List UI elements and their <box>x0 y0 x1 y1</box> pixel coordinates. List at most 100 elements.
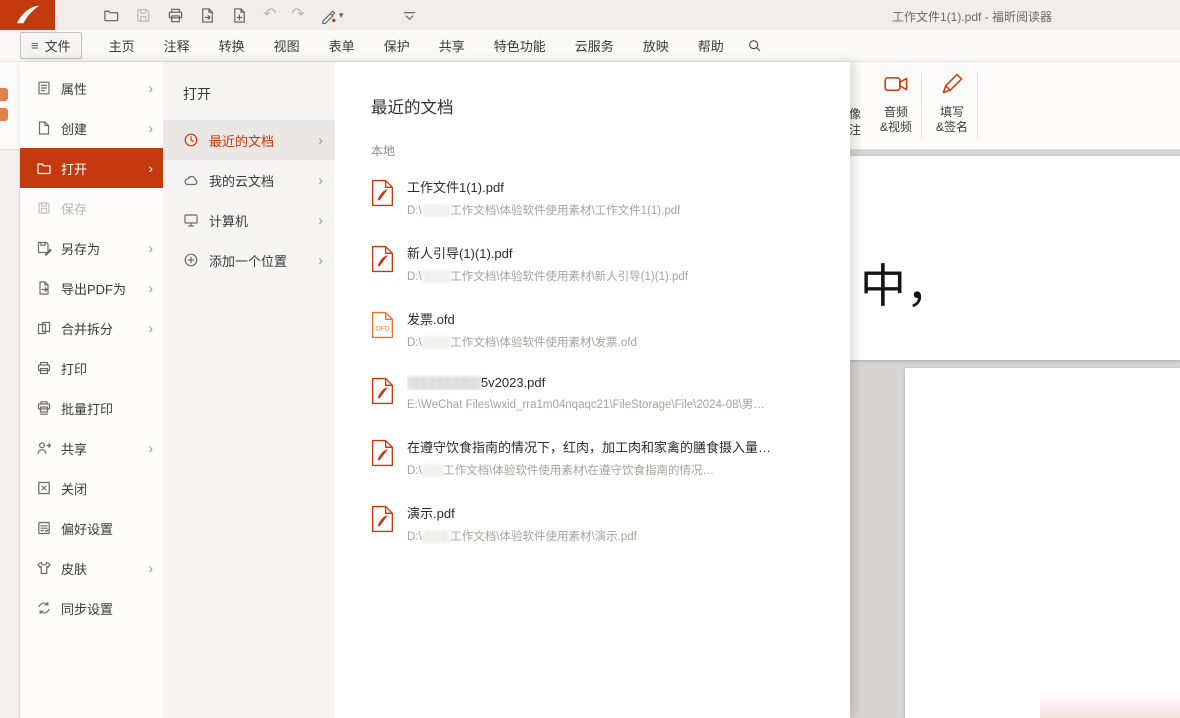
open-item-cloud-documents[interactable]: 我的云文档 › <box>163 160 335 200</box>
file-path: D:\▒▒▒工作文档\体验软件使用素材\在遵守饮食指南的情况… <box>407 462 771 478</box>
file-menu-sidebar: 属性 › 创建 › 打开 › 保存 <box>20 62 163 718</box>
sidebar-item-batch-print[interactable]: 批量打印 <box>20 388 163 428</box>
sidebar-item-label: 同步设置 <box>61 599 113 618</box>
save-icon <box>135 7 152 24</box>
tab-features[interactable]: 特色功能 <box>494 36 546 55</box>
close-document-icon <box>36 480 52 496</box>
tab-comment[interactable]: 注释 <box>164 36 190 55</box>
export-pdf-button[interactable] <box>199 7 216 24</box>
sidebar-item-print[interactable]: 打印 <box>20 348 163 388</box>
undo-button[interactable]: ↶ <box>263 7 276 23</box>
folder-open-icon <box>36 160 52 176</box>
file-name: ▒▒▒▒▒▒▒▒▒5v2023.pdf <box>407 375 765 390</box>
sidebar-item-skin[interactable]: 皮肤 › <box>20 548 163 588</box>
submenu-arrow-icon: › <box>318 212 323 228</box>
properties-icon <box>36 80 52 96</box>
titlebar: ↶ ↷ ▾ 工作文件1(1).pdf - 福昕阅读器 <box>0 0 1180 30</box>
recent-documents-panel: 最近的文档 本地 工作文件1(1).pdf D:\▒▒▒▒工作文档\体验软件使用… <box>335 62 850 718</box>
file-path: D:\▒▒▒▒工作文档\体验软件使用素材\发票.ofd <box>407 334 637 350</box>
recent-file-item[interactable]: 在遵守饮食指南的情况下，红肉，加工肉和家禽的膳食摄入量… D:\▒▒▒工作文档\… <box>371 431 822 484</box>
ink-sign-button[interactable]: ▾ <box>320 7 344 24</box>
tab-file[interactable]: ≡ 文件 <box>20 32 82 59</box>
tab-protect[interactable]: 保护 <box>384 36 410 55</box>
sidebar-item-save-as[interactable]: 另存为 › <box>20 228 163 268</box>
foxit-logo[interactable] <box>0 0 55 30</box>
tab-cloud-service[interactable]: 云服务 <box>575 36 614 55</box>
open-file-button[interactable] <box>103 7 120 24</box>
file-path: D:\▒▒▒▒工作文档\体验软件使用素材\演示.pdf <box>407 528 637 544</box>
save-icon <box>36 200 52 216</box>
submenu-arrow-icon: › <box>148 121 153 135</box>
file-name: 发票.ofd <box>407 309 637 328</box>
search-icon <box>747 38 762 53</box>
sidebar-item-open[interactable]: 打开 › <box>20 148 163 188</box>
sidebar-item-export-pdf[interactable]: 导出PDF为 › <box>20 268 163 308</box>
pdf-file-icon <box>371 245 394 273</box>
open-item-recent-documents[interactable]: 最近的文档 › <box>163 120 335 160</box>
sidebar-item-save[interactable]: 保存 <box>20 188 163 228</box>
printer-icon <box>36 360 52 376</box>
window-title: 工作文件1(1).pdf - 福昕阅读器 <box>892 8 1052 25</box>
page-export-icon <box>199 7 216 24</box>
redo-button[interactable]: ↷ <box>291 7 304 23</box>
tab-help[interactable]: 帮助 <box>698 36 724 55</box>
skin-shirt-icon <box>36 560 52 576</box>
pdf-file-icon <box>371 439 394 467</box>
export-pdf-icon <box>36 280 52 296</box>
sidebar-item-label: 共享 <box>61 439 87 458</box>
sidebar-item-properties[interactable]: 属性 › <box>20 68 163 108</box>
document-page: 中， <box>832 156 1180 360</box>
ribbon-divider <box>921 72 922 138</box>
save-button[interactable] <box>135 7 152 24</box>
sidebar-item-combine-split[interactable]: 合并拆分 › <box>20 308 163 348</box>
fill-sign-button[interactable]: 填写 &签名 <box>925 70 979 135</box>
search-button[interactable] <box>747 38 762 53</box>
clipped-ribbon-icon <box>0 108 8 121</box>
tab-view[interactable]: 视图 <box>274 36 300 55</box>
share-icon <box>36 440 52 456</box>
recent-file-item[interactable]: ▒▒▒▒▒▒▒▒▒5v2023.pdf E:\WeChat Files\wxid… <box>371 369 822 418</box>
open-item-computer[interactable]: 计算机 › <box>163 200 335 240</box>
menu-tabs: 主页 注释 转换 视图 表单 保护 共享 特色功能 云服务 放映 帮助 <box>109 36 724 55</box>
create-pdf-button[interactable] <box>231 7 248 24</box>
page-image-fragment <box>1040 692 1180 718</box>
recent-file-item[interactable]: 新人引导(1)(1).pdf D:\▒▒▒▒工作文档\体验软件使用素材\新人引导… <box>371 237 822 290</box>
printer-icon <box>167 7 184 24</box>
customize-toolbar-button[interactable] <box>401 7 418 24</box>
pen-icon <box>320 7 337 24</box>
tab-slideshow[interactable]: 放映 <box>643 36 669 55</box>
audio-video-button[interactable]: 音频 &视频 <box>869 70 923 135</box>
file-tab-label: 文件 <box>45 36 71 55</box>
sidebar-item-sync-settings[interactable]: 同步设置 <box>20 588 163 628</box>
ribbon-divider <box>977 72 978 138</box>
sidebar-item-create[interactable]: 创建 › <box>20 108 163 148</box>
sidebar-item-label: 批量打印 <box>61 399 113 418</box>
add-place-icon <box>183 252 199 268</box>
recent-file-item[interactable]: 工作文件1(1).pdf D:\▒▒▒▒工作文档\体验软件使用素材\工作文件1(… <box>371 171 822 224</box>
page-plus-icon <box>231 7 248 24</box>
sidebar-item-share[interactable]: 共享 › <box>20 428 163 468</box>
sidebar-item-label: 打印 <box>61 359 87 378</box>
recent-file-item[interactable]: OFD 发票.ofd D:\▒▒▒▒工作文档\体验软件使用素材\发票.ofd <box>371 303 822 356</box>
tab-share[interactable]: 共享 <box>439 36 465 55</box>
combine-split-icon <box>36 320 52 336</box>
folder-open-icon <box>103 7 120 24</box>
open-item-add-place[interactable]: 添加一个位置 › <box>163 240 335 280</box>
sidebar-item-close[interactable]: 关闭 <box>20 468 163 508</box>
submenu-arrow-icon: › <box>148 441 153 455</box>
sidebar-item-label: 属性 <box>61 79 87 98</box>
submenu-arrow-icon: › <box>148 321 153 335</box>
print-button[interactable] <box>167 7 184 24</box>
file-menu-panel: 属性 › 创建 › 打开 › 保存 <box>20 62 850 718</box>
tab-convert[interactable]: 转换 <box>219 36 245 55</box>
tab-form[interactable]: 表单 <box>329 36 355 55</box>
recent-file-item[interactable]: 演示.pdf D:\▒▒▒▒工作文档\体验软件使用素材\演示.pdf <box>371 497 822 550</box>
sidebar-item-preferences[interactable]: 偏好设置 <box>20 508 163 548</box>
open-column: 打开 最近的文档 › 我的云文档 › 计算机 › <box>163 62 335 718</box>
quick-access-toolbar: ↶ ↷ ▾ <box>103 7 418 24</box>
recent-panel-title: 最近的文档 <box>371 94 822 118</box>
cloud-icon <box>183 172 199 188</box>
clipped-ribbon-labels: 像 注 <box>849 106 865 138</box>
customize-toolbar-icon <box>401 7 418 24</box>
tab-home[interactable]: 主页 <box>109 36 135 55</box>
